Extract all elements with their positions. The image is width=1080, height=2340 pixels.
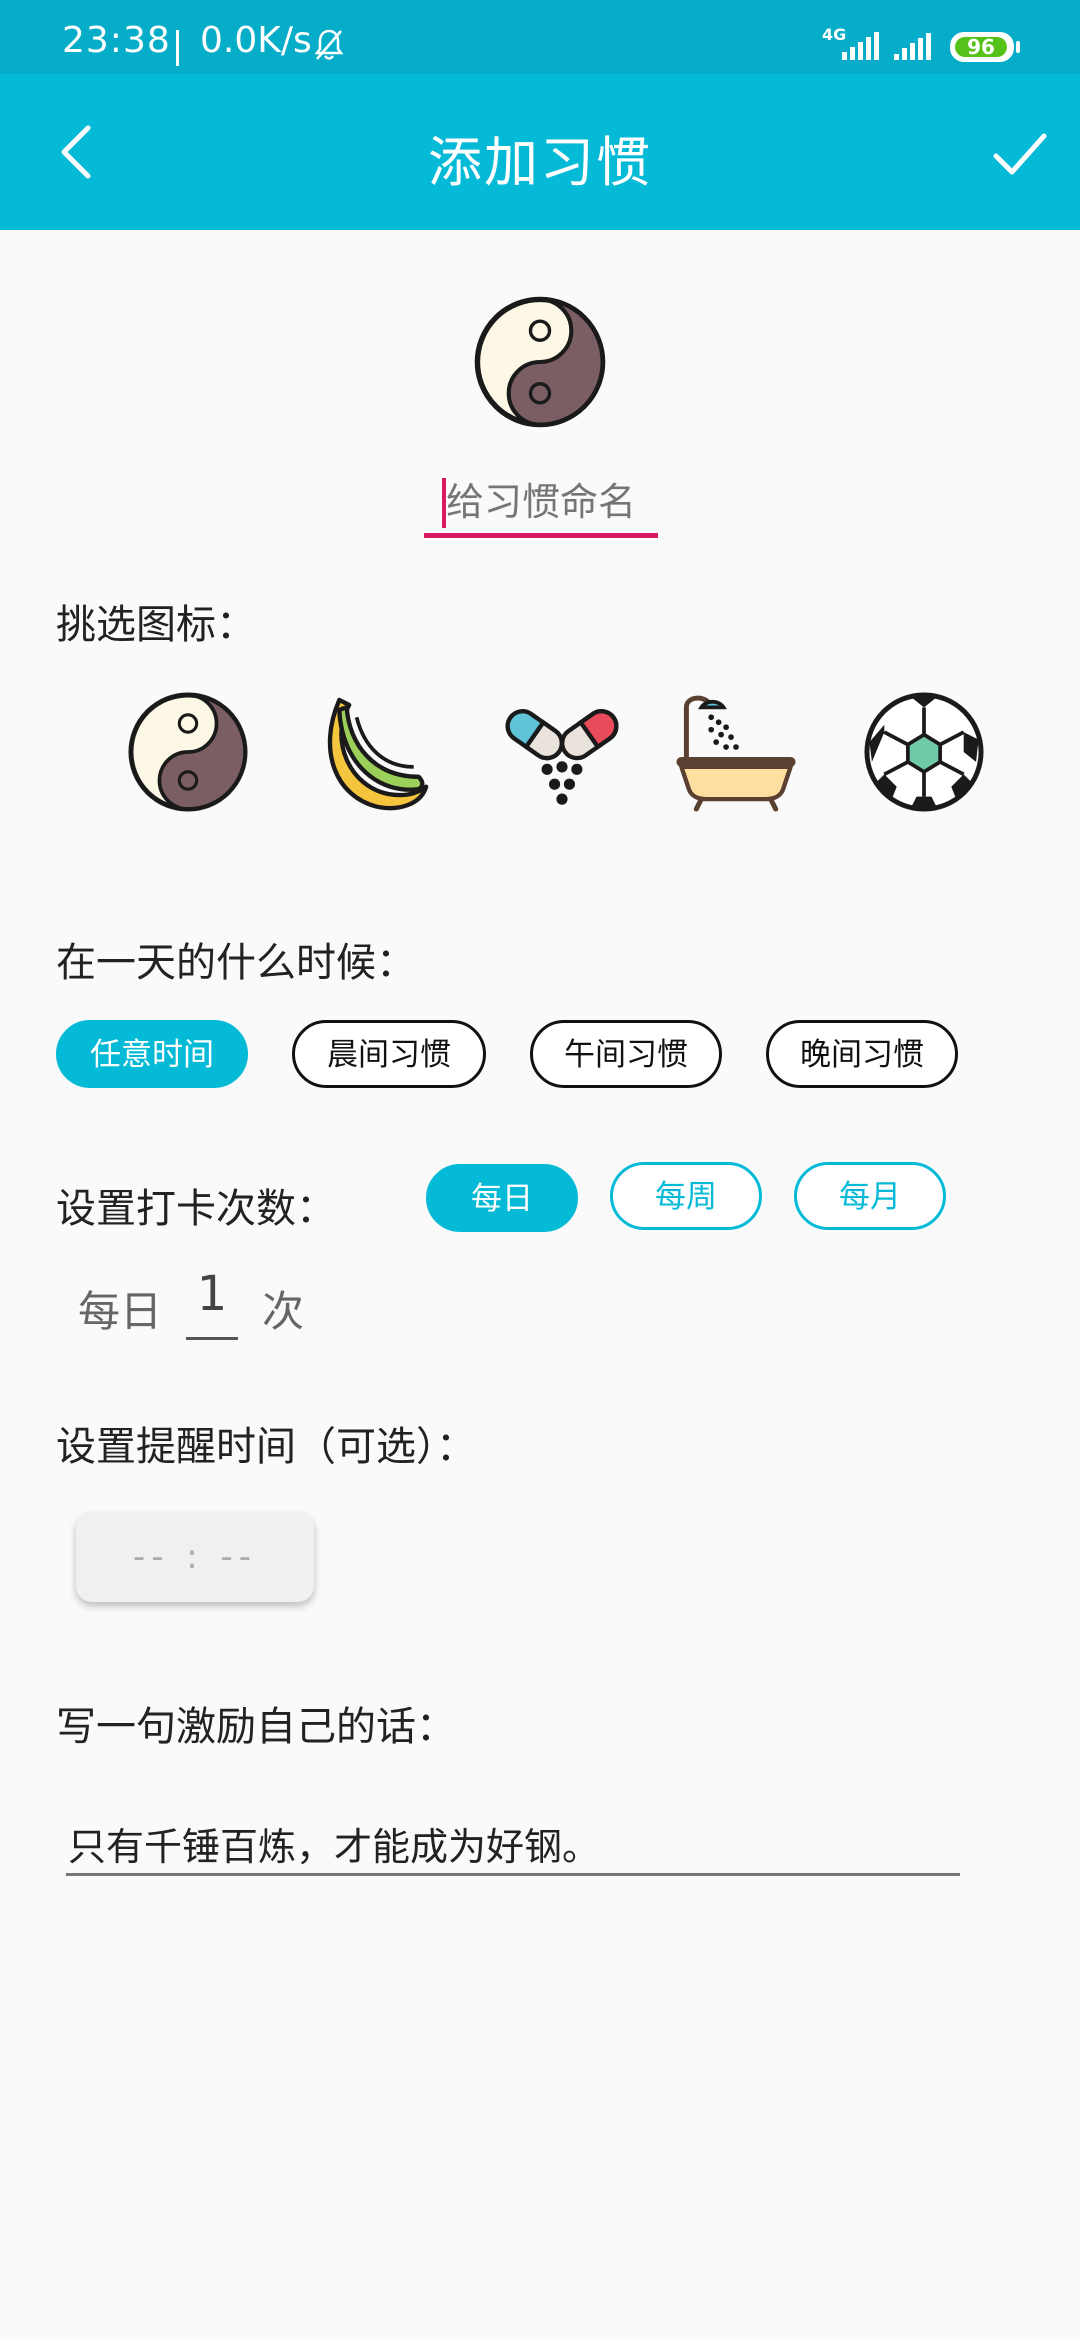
reminder-time-button[interactable]: -- : -- xyxy=(76,1512,314,1602)
icon-option-bathtub[interactable] xyxy=(674,690,798,814)
status-divider xyxy=(176,30,179,66)
yin-yang-icon xyxy=(474,296,606,428)
time-option-evening[interactable]: 晚间习惯 xyxy=(766,1020,958,1088)
check-icon xyxy=(993,133,1047,175)
status-time: 23:38 xyxy=(62,20,171,61)
bell-muted-icon xyxy=(314,28,344,66)
selected-habit-icon[interactable] xyxy=(472,294,608,430)
page-title: 添加习惯 xyxy=(428,131,652,194)
app-bar: 添加习惯 xyxy=(0,74,1080,230)
icon-option-yin-yang[interactable] xyxy=(126,690,250,814)
count-suffix: 次 xyxy=(262,1287,305,1336)
battery-icon: 96 xyxy=(950,32,1014,62)
signal-icon xyxy=(838,30,882,66)
time-option-noon[interactable]: 午间习惯 xyxy=(530,1020,722,1088)
banana-icon xyxy=(327,697,429,811)
habit-name-input[interactable] xyxy=(424,470,658,538)
bathtub-icon xyxy=(676,695,796,812)
battery-tip xyxy=(1016,41,1020,53)
network-speed: 0.0K/s xyxy=(200,20,312,61)
motto-label: 写一句激励自己的话： xyxy=(56,1704,456,1750)
pills-icon xyxy=(505,709,619,805)
confirm-button[interactable] xyxy=(990,124,1050,184)
time-option-morning[interactable]: 晨间习惯 xyxy=(292,1020,486,1088)
icon-option-banana[interactable] xyxy=(312,690,436,814)
icon-option-pills[interactable] xyxy=(500,690,624,814)
count-prefix: 每日 xyxy=(78,1287,163,1336)
status-bar: 23:38 0.0K/s 4G 96 xyxy=(0,0,1080,74)
battery-level: 96 xyxy=(955,37,1007,57)
soccer-ball-icon xyxy=(864,692,984,812)
yin-yang-icon xyxy=(128,692,248,812)
period-weekly[interactable]: 每周 xyxy=(610,1162,762,1230)
signal-icon xyxy=(892,30,936,66)
period-monthly[interactable]: 每月 xyxy=(794,1162,946,1230)
motto-input[interactable]: 只有千锤百炼，才能成为好钢。 xyxy=(66,1816,960,1876)
time-of-day-label: 在一天的什么时候： xyxy=(56,940,416,986)
checkin-count-input[interactable]: 1 xyxy=(186,1266,238,1340)
period-daily[interactable]: 每日 xyxy=(426,1164,578,1232)
icon-option-soccer-ball[interactable] xyxy=(862,690,986,814)
reminder-label: 设置提醒时间（可选）： xyxy=(56,1424,476,1470)
icon-picker-label: 挑选图标： xyxy=(56,602,256,648)
time-option-any[interactable]: 任意时间 xyxy=(56,1020,248,1088)
text-caret xyxy=(442,478,446,528)
checkin-label: 设置打卡次数： xyxy=(56,1186,336,1232)
